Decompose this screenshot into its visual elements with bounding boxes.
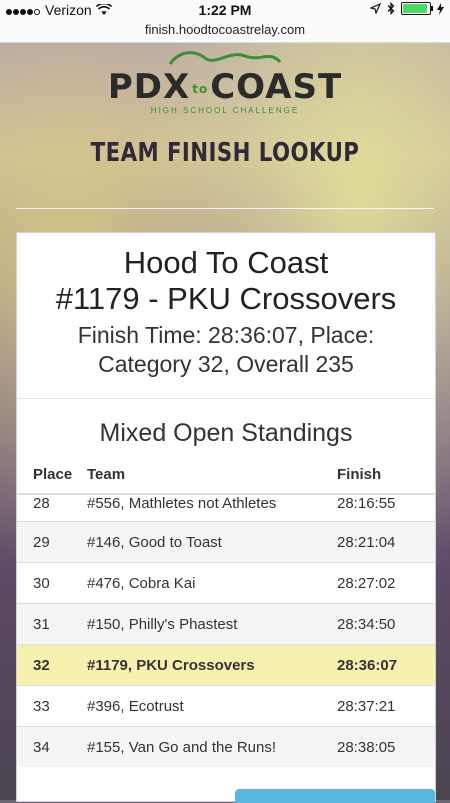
row-team: #556, Mathletes not Athletes (87, 493, 337, 522)
row-place: 33 (17, 685, 87, 727)
result-card: Hood To Coast #1179 - PKU Crossovers Fin… (16, 232, 436, 803)
logo-pdx: PDX (107, 67, 191, 107)
row-place: 29 (17, 521, 87, 563)
table-row[interactable]: 28 #556, Mathletes not Athletes 28:16:55 (17, 493, 435, 522)
row-finish: 28:36:07 (337, 644, 435, 686)
row-team: #150, Philly's Phastest (87, 603, 337, 645)
row-place: 28 (17, 493, 87, 522)
finish-summary: Finish Time: 28:36:07, Place: Category 3… (17, 321, 435, 379)
row-team: #146, Good to Toast (87, 521, 337, 563)
url-text: finish.hoodtocoastrelay.com (144, 22, 306, 37)
race-name: Hood To Coast (123, 245, 329, 280)
row-place: 31 (17, 603, 87, 645)
finish-line-1: Finish Time: 28:36:07, Place: (77, 322, 375, 348)
location-arrow-icon (370, 3, 381, 14)
row-finish: 28:27:02 (337, 562, 435, 604)
logo-script-ornament (168, 51, 282, 65)
finish-line-2: Category 32, Overall 235 (98, 351, 354, 377)
logo-coast: COAST (210, 67, 343, 107)
standings-table: Place Team Finish 28 #556, Mathletes not… (17, 458, 435, 767)
row-finish: 28:34:50 (337, 603, 435, 645)
column-header-finish: Finish (337, 458, 435, 495)
pdx-to-coast-logo: PDX toCOAST HIGH SCHOOL CHALLENGE (0, 48, 450, 115)
row-finish: 28:16:55 (337, 493, 435, 522)
card-divider (17, 398, 435, 399)
row-team: #155, Van Go and the Runs! (87, 726, 337, 767)
header-divider (16, 208, 434, 209)
row-team: #396, Ecotrust (87, 685, 337, 727)
page-title: TEAM FINISH LOOKUP (90, 138, 360, 168)
table-row[interactable]: 31 #150, Philly's Phastest 28:34:50 (17, 603, 435, 645)
status-bar: Verizon 1:22 PM (0, 0, 450, 20)
column-header-place: Place (17, 458, 87, 495)
table-row[interactable]: 33 #396, Ecotrust 28:37:21 (17, 685, 435, 727)
table-header-row: Place Team Finish (17, 458, 435, 495)
row-place: 34 (17, 726, 87, 767)
lookup-button[interactable] (235, 789, 435, 803)
url-bar[interactable]: finish.hoodtocoastrelay.com (0, 20, 450, 43)
bluetooth-icon (387, 2, 395, 15)
column-header-team: Team (87, 458, 337, 495)
logo-subtitle: HIGH SCHOOL CHALLENGE (150, 105, 300, 115)
logo-to: to (192, 81, 209, 96)
table-row[interactable]: 29 #146, Good to Toast 28:21:04 (17, 521, 435, 563)
row-place: 32 (17, 644, 87, 686)
row-finish: 28:38:05 (337, 726, 435, 767)
table-row[interactable]: 34 #155, Van Go and the Runs! 28:38:05 (17, 726, 435, 767)
team-name: #1179 - PKU Crossovers (55, 281, 397, 316)
battery-icon (401, 2, 433, 15)
row-team: #1179, PKU Crossovers (87, 644, 337, 686)
row-team: #476, Cobra Kai (87, 562, 337, 604)
row-finish: 28:21:04 (337, 521, 435, 563)
charging-icon (437, 2, 444, 15)
row-place: 30 (17, 562, 87, 604)
table-row-current-team[interactable]: 32 #1179, PKU Crossovers 28:36:07 (17, 644, 435, 686)
row-finish: 28:37:21 (337, 685, 435, 727)
standings-title: Mixed Open Standings (99, 419, 353, 447)
table-row[interactable]: 30 #476, Cobra Kai 28:27:02 (17, 562, 435, 604)
status-icons (370, 2, 444, 15)
